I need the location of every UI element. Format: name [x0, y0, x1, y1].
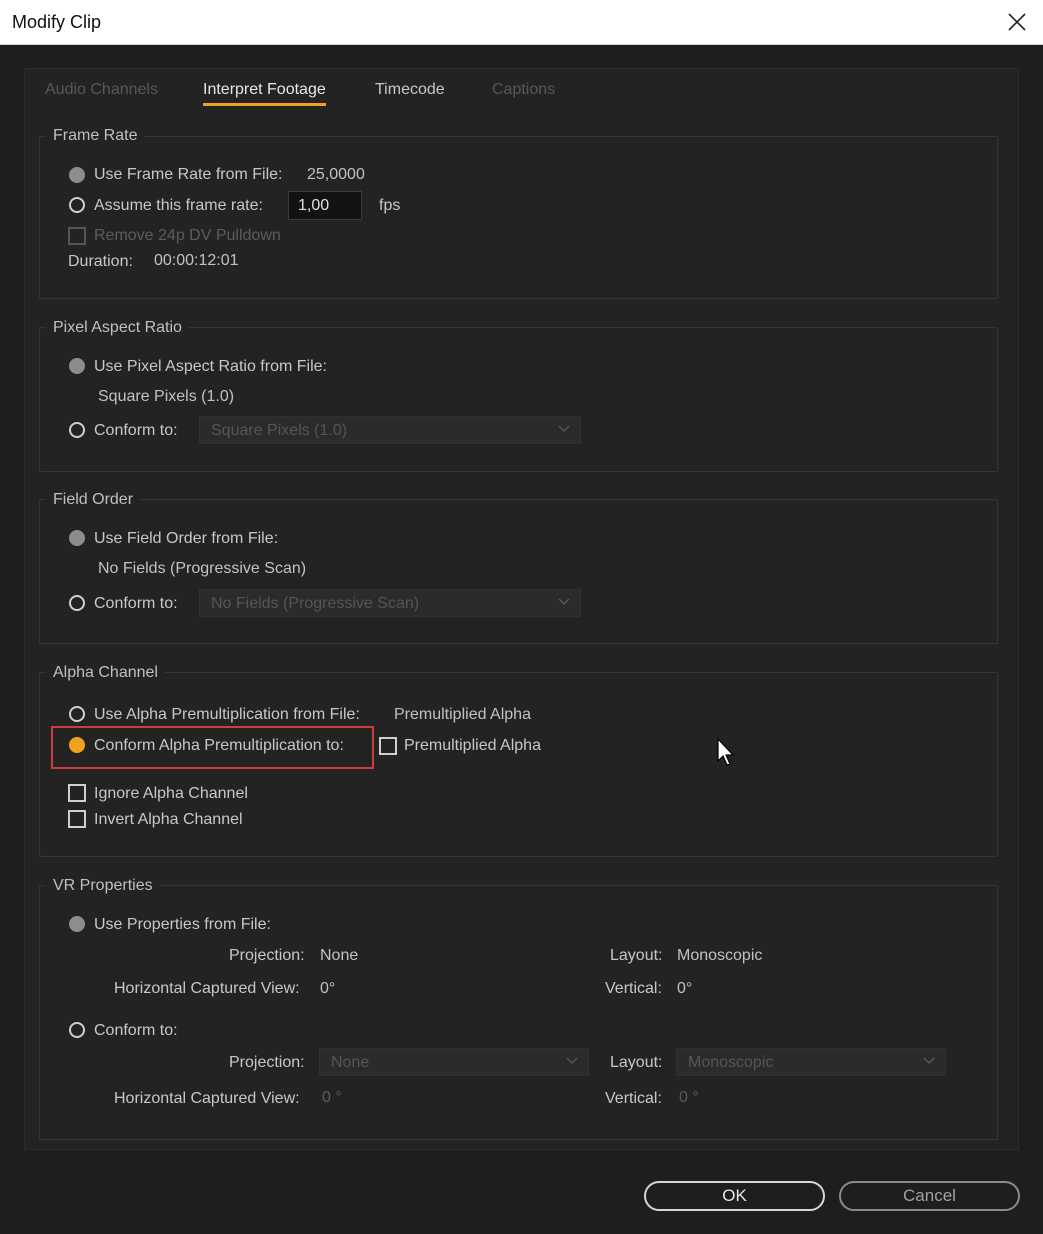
frame-rate-from-file-label: Use Frame Rate from File: — [94, 166, 283, 183]
par-conform-label: Conform to: — [94, 422, 178, 439]
vr-projection-select-value: None — [331, 1054, 370, 1071]
frame-rate-group — [39, 136, 998, 299]
field-order-conform-label: Conform to: — [94, 595, 178, 612]
alpha-from-file-label: Use Alpha Premultiplication from File: — [94, 706, 360, 723]
frame-rate-title: Frame Rate — [46, 127, 145, 145]
vr-projection-label: Projection: — [229, 947, 305, 964]
vr-conform-hcv-label: Horizontal Captured View: — [114, 1090, 300, 1107]
vr-conform-vertical-label: Vertical: — [605, 1090, 662, 1107]
pixel-aspect-title: Pixel Aspect Ratio — [46, 319, 189, 337]
field-order-file-value: No Fields (Progressive Scan) — [98, 560, 307, 577]
field-order-from-file-label: Use Field Order from File: — [94, 530, 279, 547]
par-conform-select[interactable]: Square Pixels (1.0) — [199, 416, 581, 444]
alpha-from-file-radio[interactable] — [69, 706, 85, 722]
assume-frame-rate-radio[interactable] — [69, 197, 85, 213]
chevron-down-icon — [923, 1057, 935, 1065]
vr-conform-projection-label: Projection: — [229, 1054, 305, 1071]
vr-layout-value: Monoscopic — [677, 947, 763, 964]
invert-alpha-label: Invert Alpha Channel — [94, 811, 243, 828]
vr-layout-select-value: Monoscopic — [688, 1054, 774, 1071]
title-bar: Modify Clip — [0, 0, 1043, 45]
file-frame-rate-value: 25,0000 — [307, 166, 365, 183]
vr-conform-label: Conform to: — [94, 1022, 178, 1039]
vr-projection-value: None — [320, 947, 359, 964]
remove-pulldown-label: Remove 24p DV Pulldown — [94, 227, 281, 244]
vr-hcv-label: Horizontal Captured View: — [114, 980, 300, 997]
vr-vertical-value: 0° — [677, 980, 693, 997]
alpha-conform-radio[interactable] — [69, 737, 85, 753]
chevron-down-icon — [558, 425, 570, 433]
window-title: Modify Clip — [12, 12, 102, 32]
par-file-value: Square Pixels (1.0) — [98, 388, 235, 405]
ignore-alpha-checkbox[interactable] — [68, 784, 86, 802]
alpha-channel-title: Alpha Channel — [46, 664, 165, 682]
fps-unit: fps — [379, 197, 401, 214]
cancel-button[interactable]: Cancel — [839, 1181, 1020, 1211]
assume-frame-rate-label: Assume this frame rate: — [94, 197, 263, 214]
field-order-from-file-radio[interactable] — [69, 530, 85, 546]
duration-value: 00:00:12:01 — [154, 252, 239, 269]
frame-rate-input[interactable]: 1,00 — [288, 191, 362, 220]
alpha-file-value: Premultiplied Alpha — [394, 706, 531, 723]
duration-label: Duration: — [68, 253, 133, 270]
mouse-cursor-icon — [717, 737, 735, 766]
vr-properties-title: VR Properties — [46, 877, 160, 895]
tab-audio-channels[interactable]: Audio Channels — [45, 81, 158, 99]
chevron-down-icon — [566, 1057, 578, 1065]
vr-conform-hcv-value[interactable]: 0 ° — [322, 1089, 342, 1107]
vr-from-file-radio[interactable] — [69, 916, 85, 932]
vr-conform-radio[interactable] — [69, 1022, 85, 1038]
par-conform-radio[interactable] — [69, 422, 85, 438]
tab-interpret-footage[interactable]: Interpret Footage — [203, 81, 326, 106]
vr-projection-select[interactable]: None — [319, 1048, 589, 1076]
ignore-alpha-label: Ignore Alpha Channel — [94, 785, 248, 802]
vr-from-file-label: Use Properties from File: — [94, 916, 271, 933]
alpha-conform-label: Conform Alpha Premultiplication to: — [94, 737, 344, 754]
par-from-file-radio[interactable] — [69, 358, 85, 374]
field-order-conform-select-value: No Fields (Progressive Scan) — [211, 595, 420, 612]
par-conform-select-value: Square Pixels (1.0) — [211, 422, 348, 439]
chevron-down-icon — [558, 598, 570, 606]
vr-conform-vertical-value[interactable]: 0 ° — [679, 1089, 699, 1107]
vr-conform-layout-label: Layout: — [610, 1054, 663, 1071]
field-order-conform-radio[interactable] — [69, 595, 85, 611]
vr-hcv-value: 0° — [320, 980, 336, 997]
vr-layout-select[interactable]: Monoscopic — [676, 1048, 946, 1076]
frame-rate-from-file-radio[interactable] — [69, 167, 85, 183]
ok-button[interactable]: OK — [644, 1181, 825, 1211]
par-from-file-label: Use Pixel Aspect Ratio from File: — [94, 358, 327, 375]
vr-layout-label: Layout: — [610, 947, 663, 964]
field-order-conform-select[interactable]: No Fields (Progressive Scan) — [199, 589, 581, 617]
field-order-title: Field Order — [46, 491, 141, 509]
tab-captions[interactable]: Captions — [492, 81, 555, 99]
close-icon — [1008, 13, 1026, 31]
premultiplied-alpha-label: Premultiplied Alpha — [404, 737, 541, 754]
invert-alpha-checkbox[interactable] — [68, 810, 86, 828]
close-button[interactable] — [995, 2, 1039, 42]
vr-vertical-label: Vertical: — [605, 980, 662, 997]
premultiplied-alpha-checkbox[interactable] — [379, 737, 397, 755]
tab-timecode[interactable]: Timecode — [375, 81, 445, 99]
remove-pulldown-checkbox[interactable] — [68, 227, 86, 245]
